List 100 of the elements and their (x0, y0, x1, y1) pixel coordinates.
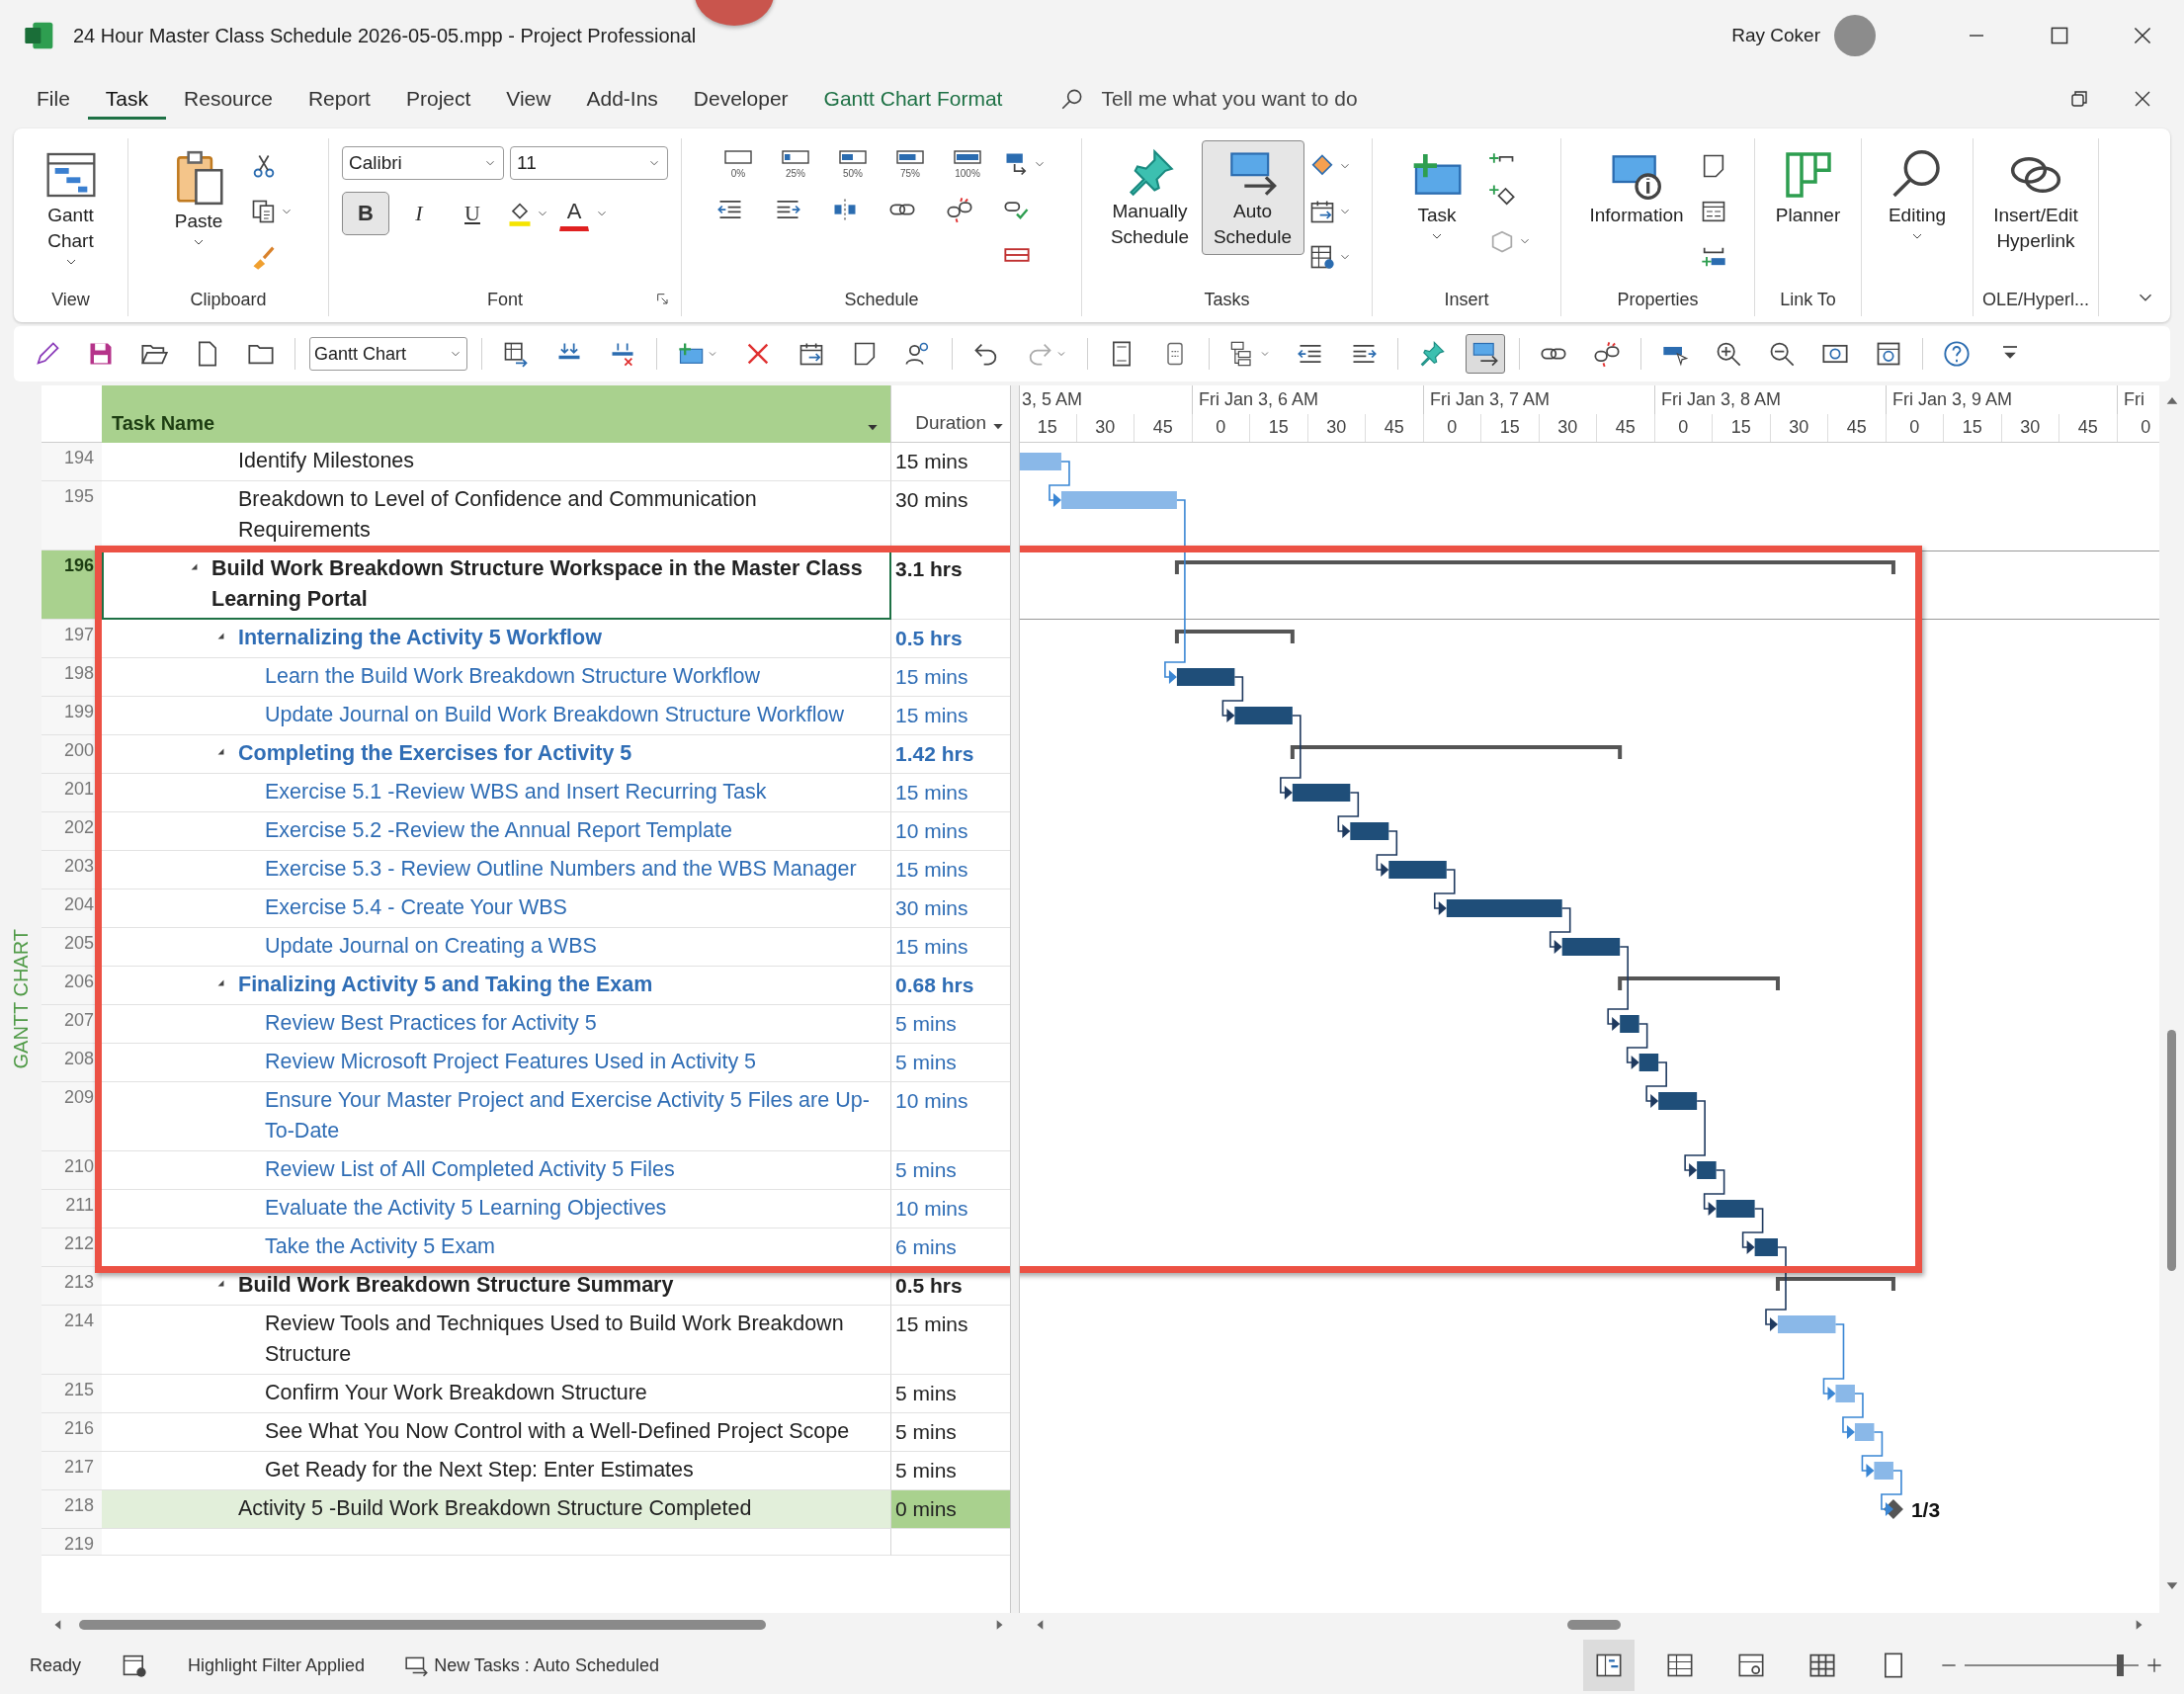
menu-tab[interactable]: File (19, 78, 88, 120)
ribbon-button[interactable]: Paste (159, 140, 238, 255)
task-name: Exercise 5.2 -Review the Annual Report Template (265, 817, 732, 844)
bold-button[interactable]: B (342, 192, 389, 235)
task-name: Learn the Build Work Breakdown Structure Workflow (265, 663, 761, 690)
row-number[interactable]: 214 (42, 1306, 102, 1375)
column-header[interactable]: Task Name (102, 385, 891, 443)
percent-complete-button[interactable]: 75% (884, 146, 936, 182)
task-name: Update Journal on Build Work Breakdown Structure Workflow (265, 702, 844, 728)
group-label: Clipboard (190, 289, 267, 310)
menu-tab[interactable]: Gantt Chart Format (805, 78, 1021, 120)
task-name: Exercise 5.1 -Review WBS and Insert Recurring Task (265, 779, 767, 805)
group-label: Insert (1444, 289, 1489, 310)
menu-tab[interactable]: Resource (166, 78, 291, 120)
timescale-label: 15 (1944, 413, 2002, 442)
underline-button[interactable]: U (449, 192, 496, 235)
duration-cell: 0 mins (891, 1490, 1010, 1529)
group-label: Properties (1617, 289, 1699, 310)
timescale-label: Fri Jan 3, 8 AM (1655, 385, 1887, 414)
percent-complete-button[interactable]: 0% (713, 146, 764, 182)
timescale-label: 15 (1250, 413, 1308, 442)
status-text: Highlight Filter Applied (188, 1654, 366, 1676)
ribbon-button[interactable]: Manually Schedule (1098, 140, 1202, 255)
timescale-label: 45 (1366, 413, 1424, 442)
task-name: Identify Milestones (238, 448, 415, 474)
timescale-label: 15 (1713, 413, 1771, 442)
row-number[interactable]: 195 (42, 481, 102, 551)
task-name: Ensure Your Master Project and Exercise Activity 5 Files are Up-To-Date (265, 1087, 871, 1144)
timescale-label: 0 (1423, 413, 1481, 442)
task-name: Build Work Breakdown Structure Summary (238, 1272, 674, 1299)
task-name: Review Microsoft Project Features Used in Activity 5 (265, 1049, 757, 1075)
task-name: Update Journal on Creating a WBS (265, 933, 597, 960)
timescale-label: Fri Jan 3, 7 AM (1424, 385, 1655, 414)
timescale-label: Fri Jan 3, 6 AM (1193, 385, 1424, 414)
timescale-label: 30 (1076, 413, 1134, 442)
task-name: Review Best Practices for Activity 5 (265, 1010, 597, 1037)
menu-tab[interactable]: Project (387, 78, 489, 120)
group-label: Link To (1780, 289, 1836, 310)
status-text: Ready (30, 1654, 82, 1676)
task-name: Internalizing the Activity 5 Workflow (238, 625, 602, 651)
row-number[interactable]: 213 (42, 1267, 102, 1306)
timescale-label: 45 (2059, 413, 2118, 442)
task-name: Breakdown to Level of Confidence and Communication Requirements (238, 486, 758, 544)
row-number[interactable]: 216 (42, 1413, 102, 1452)
task-name: See What You Now Control with a Well-Defined Project Scope (265, 1418, 850, 1445)
menu-tab[interactable]: Report (290, 78, 388, 120)
task-name: Evaluate the Activity 5 Learning Objectives (265, 1195, 667, 1222)
task-name: Get Ready for the Next Step: Enter Estimates (265, 1457, 694, 1483)
milestone-label: 1/3 (1910, 1498, 1941, 1521)
task-name: Exercise 5.3 - Review Outline Numbers and the WBS Manager (265, 856, 857, 883)
task-name: Activity 5 -Build Work Breakdown Structure Completed (238, 1495, 752, 1522)
row-number[interactable]: 218 (42, 1490, 102, 1529)
timescale-label: 0 (1654, 413, 1713, 442)
menu-tab[interactable]: Add-Ins (568, 78, 676, 120)
task-name: Take the Activity 5 Exam (265, 1233, 495, 1260)
italic-button[interactable]: I (395, 192, 443, 235)
timescale-label: 15 (1481, 413, 1540, 442)
timescale-label: Fri Jan 3, 9 AM (1887, 385, 2118, 414)
ribbon-button[interactable]: Information (1584, 140, 1688, 233)
group-label: OLE/Hyperl... (1981, 289, 2089, 310)
ribbon-button[interactable]: Gantt Chart (19, 140, 123, 275)
timescale-label: 45 (1134, 413, 1193, 442)
group-label: Font (487, 289, 523, 310)
ribbon-button[interactable]: Task (1397, 140, 1476, 249)
timescale-label: 0 (1192, 413, 1250, 442)
window-title: 24 Hour Master Class Schedule 2026-05-05.mpp - Project Professional (73, 24, 697, 47)
menu-tab[interactable]: Developer (675, 78, 806, 120)
ribbon-button[interactable]: Planner (1768, 140, 1848, 233)
task-name: Confirm Your Work Breakdown Structure (265, 1380, 647, 1406)
row-number[interactable]: 194 (42, 443, 102, 481)
timescale-label: 45 (1828, 413, 1887, 442)
timescale-label: 30 (1307, 413, 1366, 442)
menu-tab[interactable]: Task (87, 78, 167, 120)
ribbon-button[interactable]: Insert/Edit Hyperlink (1984, 140, 2087, 259)
user-name: Ray Coker (1731, 25, 1820, 46)
group-label: Schedule (844, 289, 919, 310)
view-selector[interactable]: Gantt Chart (309, 337, 467, 371)
timescale-label: 45 (1597, 413, 1655, 442)
percent-complete-button[interactable]: 50% (827, 146, 879, 182)
ribbon-button[interactable]: Editing (1878, 140, 1957, 249)
menu-tab[interactable]: View (488, 78, 569, 120)
font-color-button[interactable]: A (559, 196, 589, 231)
task-name: Review List of All Completed Activity 5 Files (265, 1156, 675, 1183)
task-name: Review Tools and Techniques Used to Build Work Breakdown Structure (265, 1311, 845, 1368)
timescale-label: Fri (2123, 388, 2145, 411)
percent-complete-button[interactable]: 100% (942, 146, 993, 182)
view-label: GANTT CHART (9, 929, 33, 1069)
ribbon-button[interactable]: Auto Schedule (1201, 140, 1304, 255)
group-label: Tasks (1204, 289, 1250, 310)
percent-complete-button[interactable]: 25% (770, 146, 821, 182)
search-field[interactable]: Tell me what you want to do (1097, 83, 1521, 115)
row-number[interactable]: 217 (42, 1452, 102, 1490)
row-number[interactable]: 219 (42, 1529, 102, 1556)
task-name: Build Work Breakdown Structure Workspace in the Master Class Learning Portal (211, 555, 864, 613)
new-tasks-button[interactable]: New Tasks : Auto Scheduled (404, 1652, 659, 1678)
font-size-field[interactable]: 11 (510, 146, 668, 180)
group-label: View (51, 289, 90, 310)
row-number[interactable]: 215 (42, 1375, 102, 1413)
task-name: Exercise 5.4 - Create Your WBS (265, 894, 567, 921)
font-name-field[interactable]: Calibri (342, 146, 504, 180)
